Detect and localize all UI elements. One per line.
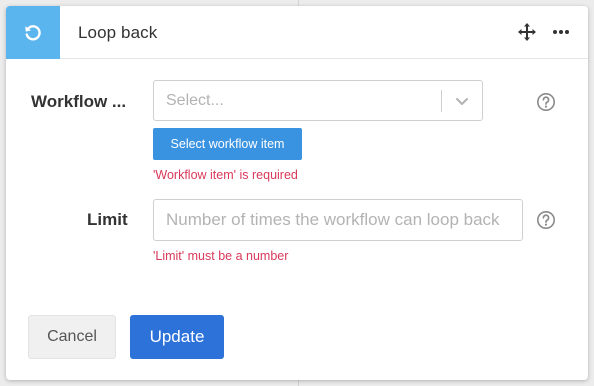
workflow-item-error: 'Workflow item' is required (153, 168, 298, 182)
select-separator (441, 90, 442, 112)
loop-back-panel: Loop back Workflow ... Select... Select … (6, 6, 588, 380)
limit-input[interactable] (153, 199, 523, 241)
workflow-item-label: Workflow ... (31, 92, 127, 111)
cancel-button[interactable]: Cancel (28, 315, 116, 359)
chevron-down-icon[interactable] (453, 92, 471, 110)
workflow-item-select[interactable]: Select... (153, 80, 483, 121)
limit-error: 'Limit' must be a number (153, 249, 289, 263)
move-icon[interactable] (517, 22, 537, 42)
loop-back-icon (6, 6, 60, 59)
update-button[interactable]: Update (130, 315, 224, 359)
select-workflow-item-button[interactable]: Select workflow item (153, 128, 302, 160)
limit-label: Limit (87, 210, 128, 229)
more-options-icon[interactable] (551, 22, 571, 42)
workflow-item-placeholder: Select... (166, 92, 224, 109)
panel-title: Loop back (78, 23, 158, 42)
help-icon[interactable] (536, 210, 556, 230)
help-icon[interactable] (536, 92, 556, 112)
panel-header: Loop back (6, 6, 588, 59)
